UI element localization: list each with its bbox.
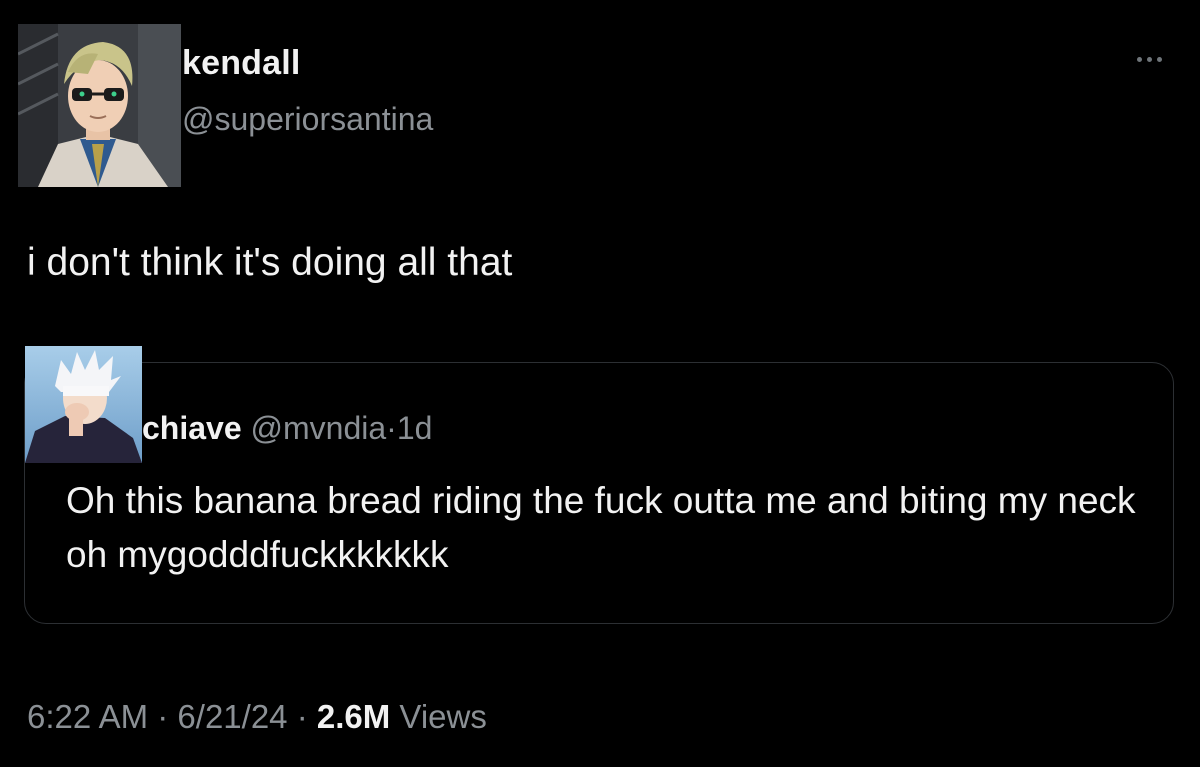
quoted-author-avatar[interactable]: [25, 346, 142, 463]
more-dot: [1156, 56, 1162, 62]
quoted-separator: ·: [386, 410, 397, 446]
views-label[interactable]: Views: [399, 698, 486, 735]
author-avatar[interactable]: [18, 24, 181, 187]
more-horizontal-icon[interactable]: [1128, 53, 1170, 65]
meta-separator: ·: [157, 698, 169, 735]
quoted-timestamp[interactable]: 1d: [397, 410, 433, 446]
author-handle[interactable]: @superiorsantina: [182, 101, 433, 138]
quoted-display-name[interactable]: chiave: [142, 410, 242, 446]
more-dot: [1146, 56, 1152, 62]
tweet-date[interactable]: 6/21/24: [177, 698, 287, 735]
author-avatar-image: [18, 24, 181, 187]
views-count[interactable]: 2.6M: [317, 698, 390, 735]
quoted-tweet-text: Oh this banana bread riding the fuck out…: [66, 480, 1136, 575]
more-dot: [1136, 56, 1142, 62]
meta-separator: ·: [296, 698, 308, 735]
tweet-time[interactable]: 6:22 AM: [27, 698, 148, 735]
quoted-header: chiave @mvndia·1d: [142, 410, 432, 447]
tweet-text: i don't think it's doing all that: [27, 241, 513, 284]
author-display-name[interactable]: kendall: [182, 44, 301, 83]
quoted-handle[interactable]: @mvndia: [251, 410, 387, 446]
tweet-meta: 6:22 AM · 6/21/24 · 2.6M Views: [27, 698, 487, 736]
quoted-avatar-image: [25, 346, 142, 463]
